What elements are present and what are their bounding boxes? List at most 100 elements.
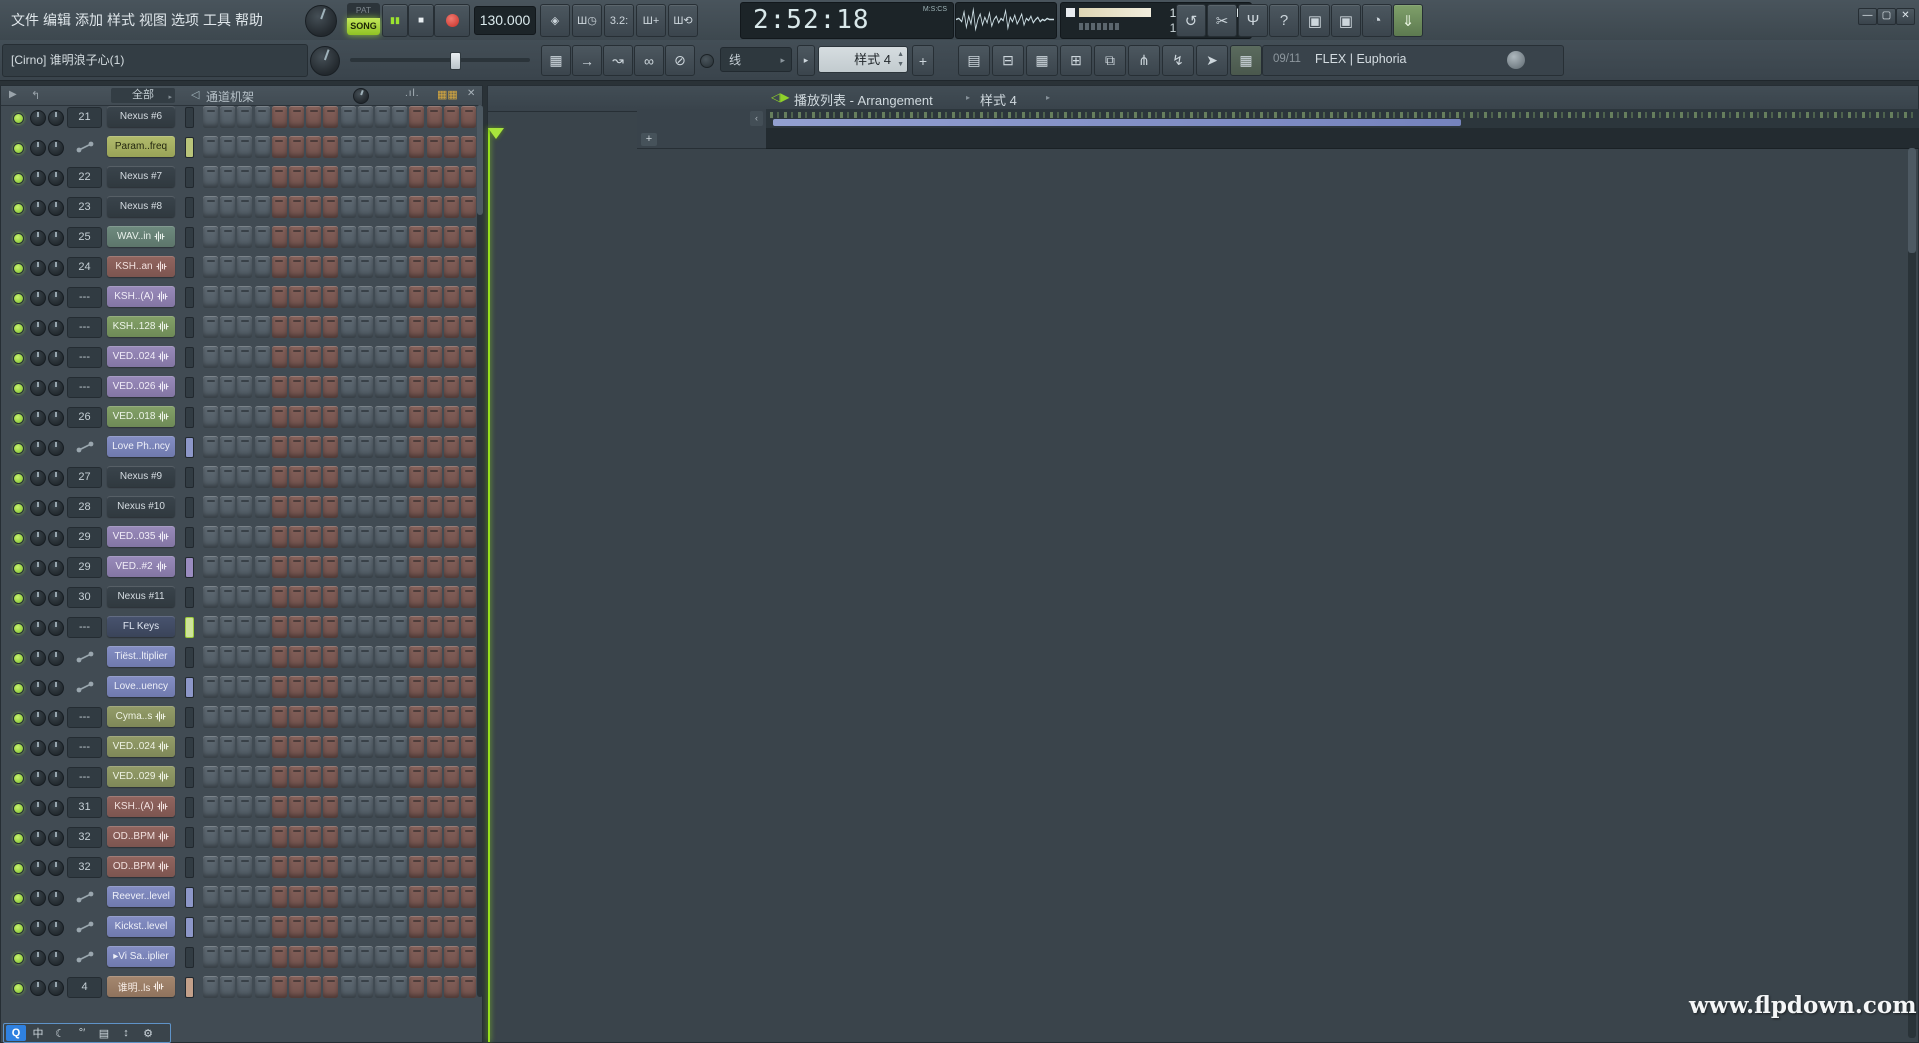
channel-button[interactable]: ▸Vi Sa..iplier (107, 946, 175, 967)
scroll-left-icon[interactable]: ‹ (750, 111, 763, 126)
step-cell[interactable] (392, 616, 407, 638)
step-cell[interactable] (461, 496, 476, 518)
step-cell[interactable] (341, 646, 356, 668)
time-signature-button[interactable]: 3.2: (604, 4, 634, 37)
step-cell[interactable] (341, 976, 356, 998)
step-cell[interactable] (409, 406, 424, 428)
step-cell[interactable] (461, 316, 476, 338)
step-cell[interactable] (203, 436, 218, 458)
step-cell[interactable] (409, 466, 424, 488)
channel-volume-knob[interactable] (48, 650, 64, 666)
snap-selector[interactable]: 线 ▸ (720, 47, 792, 72)
step-cell[interactable] (255, 376, 270, 398)
rack-scrollbar[interactable] (477, 105, 483, 997)
channel-display-selector[interactable] (185, 227, 194, 248)
timeline-ruler[interactable] (766, 128, 1919, 149)
step-cell[interactable] (255, 916, 270, 938)
step-cell[interactable] (427, 946, 442, 968)
channel-button[interactable]: Nexus #6 (107, 106, 175, 127)
step-cell[interactable] (323, 616, 338, 638)
step-cell[interactable] (427, 526, 442, 548)
step-cell[interactable] (203, 406, 218, 428)
step-cell[interactable] (289, 376, 304, 398)
play-icon[interactable]: ▶ (9, 89, 17, 100)
step-cell[interactable] (444, 556, 459, 578)
step-cell[interactable] (323, 406, 338, 428)
step-cell[interactable] (203, 916, 218, 938)
step-cell[interactable] (289, 706, 304, 728)
cut-button[interactable]: ✂ (1207, 4, 1237, 37)
channel-pan-knob[interactable] (30, 290, 46, 306)
plugin-preset-bar[interactable]: 09/11 FLEX | Euphoria (1262, 45, 1564, 76)
punctuation-icon[interactable]: °′ (72, 1025, 92, 1041)
step-cell[interactable] (392, 736, 407, 758)
step-cell[interactable] (323, 586, 338, 608)
step-cell[interactable] (409, 376, 424, 398)
step-cell[interactable] (392, 316, 407, 338)
time-display[interactable]: 2:52:18 M:S:CS (740, 2, 954, 39)
step-cell[interactable] (461, 796, 476, 818)
channel-display-selector[interactable] (185, 647, 194, 668)
step-cell[interactable] (306, 556, 321, 578)
step-cell[interactable] (289, 676, 304, 698)
step-cell[interactable] (289, 616, 304, 638)
step-cell[interactable] (289, 196, 304, 218)
step-cell[interactable] (392, 496, 407, 518)
channel-display-selector[interactable] (185, 587, 194, 608)
step-cell[interactable] (444, 856, 459, 878)
mixer-button[interactable]: ⊞ (1060, 45, 1092, 76)
step-cell[interactable] (375, 556, 390, 578)
download-button[interactable]: ⇓ (1393, 4, 1423, 37)
step-cell[interactable] (341, 496, 356, 518)
step-cell[interactable] (237, 556, 252, 578)
step-cell[interactable] (427, 136, 442, 158)
channel-display-selector[interactable] (185, 887, 194, 908)
step-cell[interactable] (220, 796, 235, 818)
channel-mute-led[interactable] (13, 563, 24, 574)
step-cell[interactable] (341, 886, 356, 908)
step-cell[interactable] (306, 226, 321, 248)
step-cell[interactable] (392, 796, 407, 818)
step-cell[interactable] (358, 436, 373, 458)
channel-button[interactable]: Nexus #9 (107, 466, 175, 487)
step-cell[interactable] (306, 256, 321, 278)
step-cell[interactable] (289, 136, 304, 158)
channel-volume-knob[interactable] (48, 290, 64, 306)
channel-mute-led[interactable] (13, 953, 24, 964)
shop-button[interactable]: ▦ (1230, 45, 1262, 76)
step-cell[interactable] (461, 286, 476, 308)
step-cell[interactable] (289, 226, 304, 248)
step-cell[interactable] (289, 736, 304, 758)
step-cell[interactable] (255, 466, 270, 488)
step-cell[interactable] (220, 976, 235, 998)
channel-display-selector[interactable] (185, 707, 194, 728)
step-cell[interactable] (237, 316, 252, 338)
step-cell[interactable] (358, 616, 373, 638)
step-cell[interactable] (237, 766, 252, 788)
channel-button[interactable]: KSH..128 (107, 316, 175, 337)
step-cell[interactable] (375, 136, 390, 158)
step-cell[interactable] (427, 166, 442, 188)
step-cell[interactable] (220, 646, 235, 668)
step-cell[interactable] (461, 166, 476, 188)
channel-button[interactable]: Love..uency (107, 676, 175, 697)
add-track-button[interactable]: + (641, 133, 657, 146)
song-mode-button[interactable]: SONG (347, 18, 380, 35)
step-cell[interactable] (358, 976, 373, 998)
step-cell[interactable] (203, 706, 218, 728)
step-cell[interactable] (341, 586, 356, 608)
step-cell[interactable] (444, 496, 459, 518)
channel-button[interactable]: VED..024 (107, 736, 175, 757)
channel-number[interactable]: 22 (67, 167, 102, 188)
step-cell[interactable] (341, 346, 356, 368)
step-cell[interactable] (323, 826, 338, 848)
save-new-version-button[interactable]: ▣ (1331, 4, 1361, 37)
step-cell[interactable] (323, 256, 338, 278)
step-cell[interactable] (323, 916, 338, 938)
channel-volume-knob[interactable] (48, 410, 64, 426)
step-cell[interactable] (427, 376, 442, 398)
step-cell[interactable] (341, 226, 356, 248)
step-cell[interactable] (203, 226, 218, 248)
step-cell[interactable] (375, 106, 390, 128)
step-cell[interactable] (461, 136, 476, 158)
